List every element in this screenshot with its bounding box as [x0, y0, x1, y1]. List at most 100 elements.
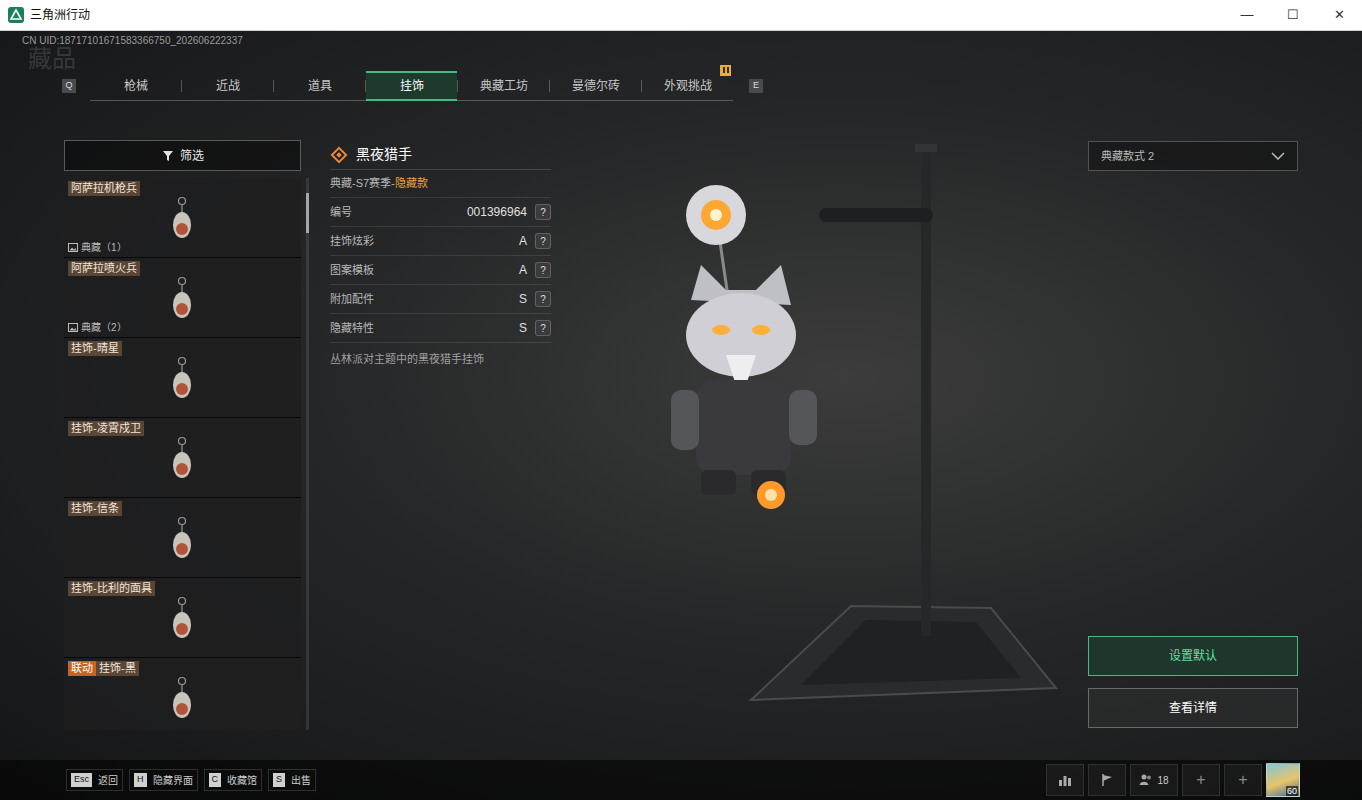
list-item[interactable]: 阿萨拉机枪兵典藏（1）	[64, 178, 301, 258]
new-badge	[720, 65, 731, 76]
hotkey-key: S	[273, 773, 285, 787]
help-button[interactable]: ?	[535, 291, 551, 307]
hotkey-chip[interactable]: H隐藏界面	[129, 769, 198, 791]
hotkey-label: 返回	[98, 773, 118, 788]
tab[interactable]: 道具	[274, 71, 365, 101]
help-button[interactable]: ?	[535, 320, 551, 336]
item-caption: 典藏（1）	[81, 240, 127, 255]
tab-bar: Q 枪械近战道具挂饰典藏工坊曼德尔砖 外观挑战 E	[0, 71, 1362, 101]
filter-icon	[162, 150, 174, 162]
collection-list-panel: 筛选阿萨拉机枪兵典藏（1）阿萨拉喷火兵典藏（2）挂饰-晴星挂饰-凌霄戍卫挂饰-信…	[64, 140, 309, 730]
filter-label: 筛选	[180, 147, 204, 165]
window-control-button[interactable]: —	[1224, 0, 1270, 30]
attribute-label: 附加配件	[330, 291, 374, 308]
scrollbar-track[interactable]	[306, 178, 309, 730]
list-item[interactable]: 联动挂饰-黑	[64, 658, 301, 730]
filter-button[interactable]: 筛选	[64, 140, 301, 171]
title-bar: 三角洲行动 —☐✕	[0, 0, 1362, 31]
chevron-down-icon	[1271, 152, 1285, 160]
item-caption-row	[68, 400, 297, 414]
friends-button[interactable]: 18	[1130, 764, 1178, 796]
attribute-row: 图案模板 A?	[330, 256, 551, 285]
variant-value: 典藏款式 2	[1101, 148, 1154, 165]
action-button[interactable]: 查看详情	[1088, 688, 1298, 728]
attribute-value: A	[519, 261, 527, 279]
hotkey-label: 收藏馆	[227, 773, 257, 788]
tab[interactable]: 外观挑战	[642, 71, 733, 101]
add-button[interactable]: +	[1224, 764, 1262, 796]
flag-icon	[1100, 773, 1114, 787]
attribute-row: 隐藏特性S?	[330, 314, 551, 343]
help-button[interactable]: ?	[535, 262, 551, 278]
hotkey-label: 出售	[291, 773, 311, 788]
item-title: 黑夜猎手	[356, 144, 412, 165]
item-name: 挂饰-信条	[68, 501, 122, 516]
flag-button[interactable]	[1088, 764, 1126, 796]
hotkey-chip[interactable]: Esc返回	[66, 769, 123, 791]
tab[interactable]: 典藏工坊	[458, 71, 549, 101]
hotkey-chip[interactable]: S 出售	[268, 769, 316, 791]
hotkey-key: C	[209, 773, 222, 787]
list-item[interactable]: 阿萨拉喷火兵典藏（2）	[64, 258, 301, 338]
window-title: 三角洲行动	[30, 6, 90, 24]
detail-panel: 黑夜猎手典藏-S7赛季-隐藏款编号001396964?挂饰炫彩A?图案模板A?附…	[330, 140, 551, 730]
item-thumbnail	[164, 356, 200, 402]
hotkeys: Esc返回 H隐藏界面 C 收藏馆 S 出售	[66, 769, 316, 791]
list-wrap: 阿萨拉机枪兵典藏（1）阿萨拉喷火兵典藏（2）挂饰-晴星挂饰-凌霄戍卫挂饰-信条挂…	[64, 178, 309, 730]
tabs: 枪械近战道具挂饰典藏工坊曼德尔砖 外观挑战	[90, 71, 733, 101]
attribute-row: 编号001396964?	[330, 198, 551, 227]
stats-button[interactable]	[1046, 764, 1084, 796]
rarity-label: 隐藏款	[395, 175, 428, 192]
attribute-row: 附加配件S?	[330, 285, 551, 314]
series-row: 典藏-S7赛季-隐藏款	[330, 170, 551, 198]
item-thumbnail	[164, 276, 200, 322]
item-name-row: 挂饰-信条	[68, 501, 297, 516]
item-caption-row	[68, 640, 297, 654]
tab[interactable]: 挂饰	[366, 71, 457, 101]
add-button[interactable]: +	[1182, 764, 1220, 796]
action-button[interactable]: 设置默认	[1088, 636, 1298, 676]
tab-label: 外观挑战	[664, 77, 712, 95]
pendant-showcase[interactable]	[551, 140, 1088, 730]
attribute-label: 挂饰炫彩	[330, 233, 374, 250]
item-name-row: 联动挂饰-黑	[68, 661, 297, 676]
attribute-label: 图案模板	[330, 262, 374, 279]
list-item[interactable]: 挂饰-晴星	[64, 338, 301, 418]
list-item[interactable]: 挂饰-信条	[64, 498, 301, 578]
item-name-row: 阿萨拉喷火兵	[68, 261, 297, 276]
tab-separator	[549, 80, 550, 92]
list-item[interactable]: 挂饰-凌霄戍卫	[64, 418, 301, 498]
series-label: 典藏-S7赛季-	[330, 175, 395, 192]
help-button[interactable]: ?	[535, 233, 551, 249]
item-name: 挂饰-凌霄戍卫	[68, 421, 144, 436]
hotkey-chip[interactable]: C 收藏馆	[204, 769, 263, 791]
attribute-value: A	[519, 232, 527, 250]
item-name-row: 阿萨拉机枪兵	[68, 181, 297, 196]
item-name: 挂饰-黑	[96, 661, 139, 676]
window-control-button[interactable]: ✕	[1316, 0, 1362, 30]
detail-title-row: 黑夜猎手	[330, 140, 551, 170]
tab[interactable]: 枪械	[90, 71, 181, 101]
item-thumbnail	[164, 516, 200, 562]
attribute-value: 001396964	[467, 203, 527, 221]
item-list: 阿萨拉机枪兵典藏（1）阿萨拉喷火兵典藏（2）挂饰-晴星挂饰-凌霄戍卫挂饰-信条挂…	[64, 178, 301, 730]
status-icons: 18++60	[1046, 763, 1300, 797]
tab[interactable]: 近战	[182, 71, 273, 101]
prev-tab-key[interactable]: Q	[62, 79, 76, 93]
help-button[interactable]: ?	[535, 204, 551, 220]
scrollbar-thumb[interactable]	[306, 193, 309, 233]
window-control-button[interactable]: ☐	[1270, 0, 1316, 30]
bar-chart-icon	[1058, 773, 1072, 787]
tab-separator	[181, 80, 182, 92]
list-item[interactable]: 挂饰-比利的面具	[64, 578, 301, 658]
uid-label: CN UID:18717101671583366750_202606222337	[0, 31, 1362, 47]
next-tab-key[interactable]: E	[749, 79, 763, 93]
variant-dropdown[interactable]: 典藏款式 2	[1088, 141, 1298, 171]
page-title: 藏品	[0, 47, 1362, 71]
hotkey-key: H	[134, 773, 147, 787]
content: 筛选阿萨拉机枪兵典藏（1）阿萨拉喷火兵典藏（2）挂饰-晴星挂饰-凌霄戍卫挂饰-信…	[0, 140, 1362, 730]
tab[interactable]: 曼德尔砖	[550, 71, 641, 101]
player-avatar[interactable]: 60	[1266, 763, 1300, 797]
friends-icon	[1139, 773, 1153, 787]
item-name: 阿萨拉机枪兵	[68, 181, 140, 196]
